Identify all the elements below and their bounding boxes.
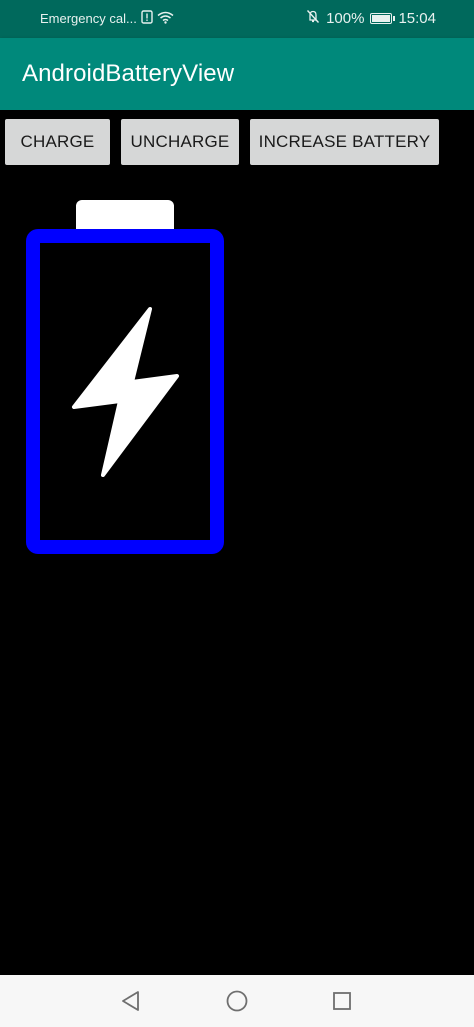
carrier-text: Emergency cal... <box>40 11 137 26</box>
uncharge-button[interactable]: UNCHARGE <box>121 119 239 165</box>
charge-button[interactable]: CHARGE <box>5 119 110 165</box>
lightning-bolt-icon <box>72 307 179 477</box>
status-left: Emergency cal... <box>40 10 174 27</box>
app-title: AndroidBatteryView <box>22 60 235 87</box>
increase-battery-button[interactable]: INCREASE BATTERY <box>250 119 439 165</box>
mute-icon <box>306 9 320 28</box>
recents-icon[interactable] <box>330 989 354 1013</box>
battery-icon <box>370 13 396 24</box>
status-bar: Emergency cal... 100% 15:04 <box>0 0 474 38</box>
battery-percent: 100% <box>326 10 365 27</box>
alert-icon <box>141 10 153 27</box>
status-right: 100% 15:04 <box>306 9 436 28</box>
screen: Emergency cal... 100% 15:04 AndroidBatte… <box>0 0 474 1027</box>
app-bar: AndroidBatteryView <box>0 38 474 110</box>
home-icon[interactable] <box>225 989 249 1013</box>
wifi-icon <box>157 11 174 27</box>
navigation-bar <box>0 975 474 1027</box>
clock: 15:04 <box>398 10 436 27</box>
back-icon[interactable] <box>119 989 143 1013</box>
